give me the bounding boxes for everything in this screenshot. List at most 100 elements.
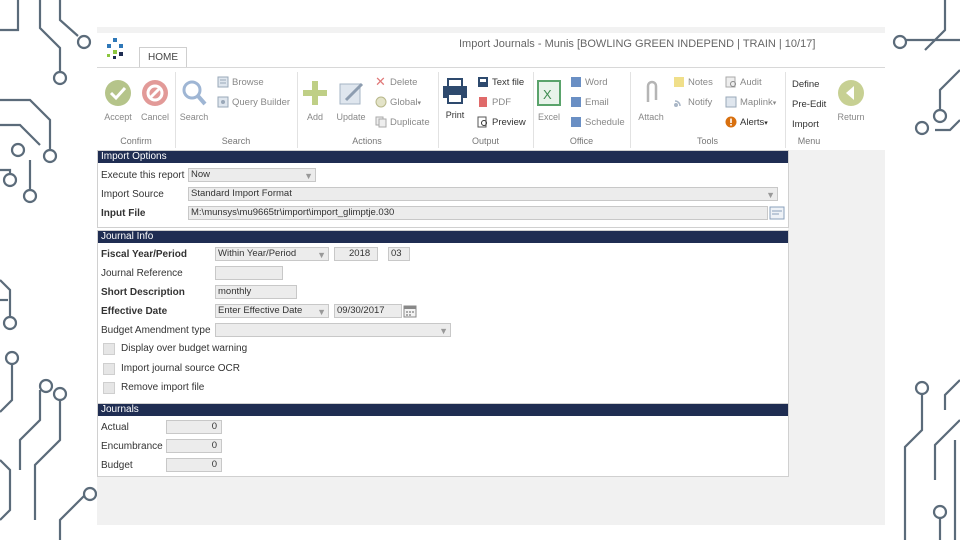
- duplicate-button[interactable]: Duplicate: [375, 116, 430, 130]
- global-label: Global: [390, 97, 418, 108]
- query-builder-icon: [217, 96, 229, 108]
- encumbrance-label: Encumbrance: [101, 441, 163, 452]
- group-label-menu: Menu: [797, 136, 821, 146]
- preview-button[interactable]: Preview: [477, 116, 526, 130]
- pdf-icon: [479, 97, 487, 108]
- maplink-button[interactable]: Maplink▾: [725, 96, 776, 110]
- group-label-confirm: Confirm: [120, 136, 152, 146]
- add-label: Add: [306, 112, 323, 122]
- calendar-icon[interactable]: [403, 304, 417, 318]
- cancel-label: Cancel: [140, 112, 169, 122]
- chevron-down-icon: ▼: [439, 326, 448, 336]
- remove-file-checkbox[interactable]: [103, 382, 115, 394]
- cancel-icon: [142, 80, 168, 106]
- ribbon-toolbar: Accept Cancel Confirm Search Browse Quer…: [97, 67, 885, 151]
- word-icon: [571, 77, 581, 88]
- group-label-actions: Actions: [352, 136, 382, 146]
- effective-date-mode-select[interactable]: Enter Effective Date ▼: [215, 304, 329, 318]
- audit-button[interactable]: Audit: [725, 76, 762, 90]
- update-button[interactable]: Update: [333, 78, 369, 122]
- fiscal-year-field[interactable]: 2018: [334, 247, 378, 261]
- import-options-panel: Import Options Execute this report Now ▼ …: [97, 150, 789, 228]
- query-builder-button[interactable]: Query Builder: [217, 96, 290, 110]
- budget-amendment-type-label: Budget Amendment type: [101, 325, 211, 336]
- delete-x-icon: ✕: [375, 74, 386, 90]
- fiscal-period-field[interactable]: 03: [388, 247, 410, 261]
- word-button[interactable]: Word: [570, 76, 608, 90]
- short-description-field[interactable]: monthly: [215, 285, 297, 299]
- effective-date-mode-value: Enter Effective Date: [218, 305, 303, 316]
- accept-button[interactable]: Accept: [100, 78, 136, 122]
- pdf-label: PDF: [492, 97, 511, 108]
- excel-button[interactable]: X Excel: [531, 78, 567, 122]
- search-label: Search: [179, 112, 209, 122]
- encumbrance-count-field: 0: [166, 439, 222, 453]
- import-button[interactable]: Import: [792, 118, 819, 132]
- paperclip-icon: [646, 80, 658, 102]
- text-file-button[interactable]: Text file: [477, 76, 524, 90]
- journal-reference-field[interactable]: [215, 266, 283, 280]
- global-icon: [375, 96, 387, 108]
- print-button[interactable]: Print: [437, 76, 473, 120]
- browse-icon: [217, 76, 229, 88]
- group-label-tools: Tools: [696, 136, 718, 146]
- fiscal-mode-select[interactable]: Within Year/Period ▼: [215, 247, 329, 261]
- budget-warning-checkbox[interactable]: [103, 343, 115, 355]
- maplink-icon: [725, 96, 737, 108]
- update-label: Update: [336, 112, 366, 122]
- source-ocr-checkbox[interactable]: [103, 363, 115, 375]
- import-source-select[interactable]: Standard Import Format ▼: [188, 187, 778, 201]
- alert-icon: [725, 116, 737, 128]
- email-button[interactable]: Email: [570, 96, 609, 110]
- window-top-strip: [97, 27, 885, 33]
- group-label-office: Office: [569, 136, 594, 146]
- attach-button[interactable]: Attach: [633, 78, 669, 122]
- import-options-header: Import Options: [98, 151, 788, 163]
- query-builder-label: Query Builder: [232, 97, 291, 108]
- chevron-down-icon: ▼: [766, 190, 775, 200]
- file-browse-icon[interactable]: [769, 206, 785, 220]
- search-icon: [182, 80, 207, 106]
- schedule-button[interactable]: Schedule: [570, 116, 625, 130]
- notes-button[interactable]: Notes: [673, 76, 713, 90]
- chevron-down-icon: ▼: [317, 250, 326, 260]
- input-file-field[interactable]: M:\munsys\mu9665tr\import\import_glimptj…: [188, 206, 768, 220]
- printer-icon: [443, 78, 467, 104]
- effective-date-field[interactable]: 09/30/2017: [334, 304, 402, 318]
- notes-label: Notes: [688, 77, 713, 88]
- source-ocr-label: Import journal source OCR: [121, 363, 240, 374]
- add-button[interactable]: Add: [297, 78, 333, 122]
- pre-edit-button[interactable]: Pre-Edit: [792, 98, 826, 112]
- effective-date-label: Effective Date: [101, 306, 168, 317]
- import-source-value: Standard Import Format: [191, 188, 292, 199]
- search-button[interactable]: Search: [176, 78, 212, 122]
- journal-info-panel: Journal Info Fiscal Year/Period Within Y…: [97, 230, 789, 406]
- alerts-button[interactable]: Alerts▾: [725, 116, 768, 130]
- return-button[interactable]: Return: [833, 78, 869, 122]
- chevron-down-icon: ▼: [317, 307, 326, 317]
- short-description-label: Short Description: [101, 287, 185, 298]
- cancel-button[interactable]: Cancel: [137, 78, 173, 122]
- import-source-label: Import Source: [101, 189, 164, 200]
- browse-button[interactable]: Browse: [217, 76, 264, 90]
- attach-label: Attach: [638, 112, 664, 122]
- plus-icon: [303, 81, 327, 105]
- execute-report-select[interactable]: Now ▼: [188, 168, 316, 182]
- duplicate-label: Duplicate: [390, 117, 430, 128]
- window-title: Import Journals - Munis [BOWLING GREEN I…: [459, 38, 816, 50]
- delete-label: Delete: [390, 77, 418, 88]
- excel-label: Excel: [537, 112, 560, 122]
- application-window: Import Journals - Munis [BOWLING GREEN I…: [97, 27, 885, 525]
- budget-warning-label: Display over budget warning: [121, 343, 248, 354]
- delete-button[interactable]: ✕ Delete: [375, 74, 418, 90]
- notify-button[interactable]: Notify: [673, 96, 712, 110]
- tab-home[interactable]: HOME: [139, 47, 187, 68]
- global-button[interactable]: Global▾: [375, 96, 421, 110]
- notes-icon: [674, 77, 684, 88]
- duplicate-icon: [375, 116, 387, 128]
- actual-count-field: 0: [166, 420, 222, 434]
- budget-amendment-type-select[interactable]: ▼: [215, 323, 451, 337]
- back-arrow-icon: [838, 80, 864, 106]
- define-button[interactable]: Define: [792, 78, 819, 92]
- pdf-button[interactable]: PDF: [477, 96, 511, 110]
